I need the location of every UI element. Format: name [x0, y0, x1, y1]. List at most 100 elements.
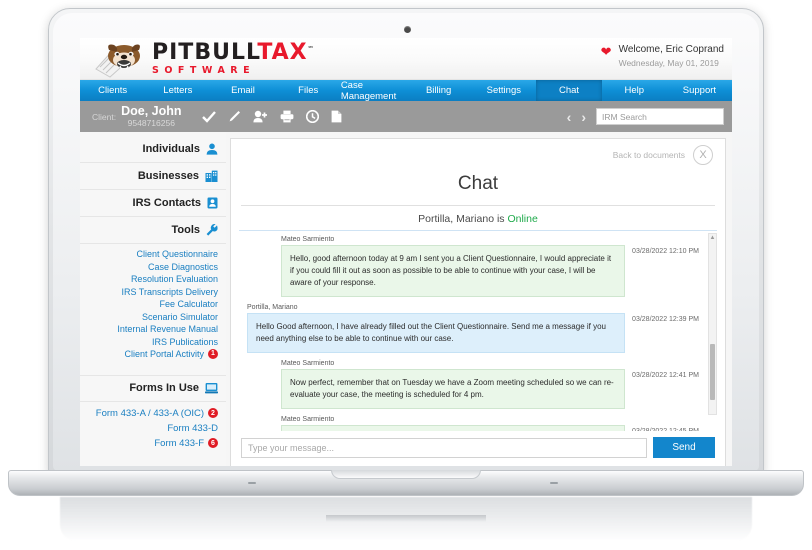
sidebar-item-label: IRS Contacts [132, 197, 201, 209]
laptop-base-foot [550, 482, 558, 484]
nav-item-letters[interactable]: Letters [145, 80, 210, 101]
nav-item-clients[interactable]: Clients [80, 80, 145, 101]
form-link-label: Form 433-D [167, 422, 218, 434]
application-screen: PITBULLTAX℠ SOFTWARE ❤ Welcome, Eric Cop… [80, 38, 732, 466]
message-timestamp: 03/28/2022 12:10 PM [632, 248, 699, 255]
nav-item-email[interactable]: Email [210, 80, 275, 101]
client-label: Client: [92, 111, 117, 122]
nav-item-billing[interactable]: Billing [406, 80, 471, 101]
message-bubble: Hello, good afternoon today at 9 am I se… [281, 245, 625, 297]
forms-icon [205, 382, 218, 394]
logo-wordmark: PITBULLTAX℠ SOFTWARE [152, 42, 315, 76]
app-body: Individuals Businesses IRS Contacts Tool… [80, 132, 732, 466]
next-client-button[interactable]: › [581, 110, 586, 124]
form-link-433-a[interactable]: Form 433-A / 433-A (OIC) 2 [80, 406, 218, 421]
pencil-icon[interactable] [228, 110, 241, 123]
wrench-icon [206, 224, 218, 236]
tool-link-label: IRS Publications [151, 336, 218, 347]
tool-link-label: Case Diagnostics [147, 261, 218, 272]
nav-item-settings[interactable]: Settings [471, 80, 536, 101]
logo-text-pitbull: PITBULL [152, 40, 258, 66]
message-row: Mateo Sarmiento Hello, good afternoon to… [239, 236, 717, 297]
brand-header: PITBULLTAX℠ SOFTWARE ❤ Welcome, Eric Cop… [80, 38, 732, 80]
message-bubble: I will be keeping you updated on the pro… [281, 425, 625, 431]
tool-link-client-portal-activity[interactable]: Client Portal Activity 1 [80, 348, 218, 361]
welcome-user-label: Welcome, Eric Coprand [618, 44, 724, 55]
clock-icon[interactable] [305, 110, 319, 123]
prev-client-button[interactable]: ‹ [567, 110, 572, 124]
message-sender: Mateo Sarmiento [281, 416, 335, 423]
tool-link-internal-revenue-manual[interactable]: Internal Revenue Manual [80, 323, 218, 336]
message-sender: Portilla, Mariano [247, 304, 298, 311]
sidebar-item-businesses[interactable]: Businesses [80, 163, 226, 190]
sidebar-item-label: Tools [171, 224, 200, 236]
tool-link-fee-calculator[interactable]: Fee Calculator [80, 298, 218, 311]
tool-link-label: Internal Revenue Manual [117, 324, 218, 334]
welcome-block: ❤ Welcome, Eric Coprand Wednesday, May 0… [601, 44, 724, 68]
message-timestamp: 03/28/2022 12:39 PM [632, 316, 699, 323]
person-icon [206, 143, 218, 155]
laptop-base-notch [331, 470, 481, 479]
client-name: Doe, John [121, 104, 182, 119]
sidebar-item-individuals[interactable]: Individuals [80, 136, 226, 163]
sidebar-item-irs-contacts[interactable]: IRS Contacts [80, 190, 226, 217]
current-date-label: Wednesday, May 01, 2019 [618, 58, 719, 68]
scroll-up-icon[interactable]: ▲ [709, 234, 716, 242]
tool-link-irs-transcripts-delivery[interactable]: IRS Transcripts Delivery [80, 286, 218, 299]
chat-status-prefix: Portilla, Mariano is [418, 213, 508, 225]
contact-card-icon [207, 197, 218, 209]
document-icon[interactable] [331, 110, 342, 123]
nav-item-case-management[interactable]: Case Management [341, 80, 406, 102]
chat-status-line: Portilla, Mariano is Online [231, 206, 725, 230]
tool-link-label: Resolution Evaluation [130, 274, 218, 284]
nav-item-chat[interactable]: Chat [536, 80, 602, 101]
tool-link-label: IRS Transcripts Delivery [121, 286, 218, 297]
logo-text-software: SOFTWARE [152, 65, 256, 77]
message-input[interactable] [241, 437, 647, 458]
irm-search-input[interactable] [596, 108, 724, 125]
message-sender: Mateo Sarmiento [281, 360, 335, 367]
laptop-mockup: PITBULLTAX℠ SOFTWARE ❤ Welcome, Eric Cop… [0, 0, 812, 550]
sidebar-item-label: Individuals [142, 143, 200, 155]
nav-item-support[interactable]: Support [667, 80, 732, 101]
message-row: Portilla, Mariano Hello Good afternoon, … [239, 304, 717, 353]
chat-header: Back to documents X [231, 139, 725, 177]
laptop-reflection-strip [326, 515, 486, 522]
close-icon[interactable]: X [693, 145, 713, 165]
message-row: Mateo Sarmiento Now perfect, remember th… [239, 360, 717, 409]
nav-item-help[interactable]: Help [602, 80, 667, 101]
tool-link-irs-publications[interactable]: IRS Publications [80, 336, 218, 349]
add-user-icon[interactable] [252, 110, 268, 123]
sidebar-item-tools[interactable]: Tools [80, 217, 226, 244]
tool-link-case-diagnostics[interactable]: Case Diagnostics [80, 261, 218, 274]
send-button[interactable]: Send [653, 437, 715, 458]
message-row: Mateo Sarmiento I will be keeping you up… [239, 416, 717, 431]
printer-icon[interactable] [280, 110, 294, 123]
app-logo[interactable]: PITBULLTAX℠ SOFTWARE [94, 39, 315, 79]
form-count-badge: 2 [208, 408, 218, 418]
tool-link-scenario-simulator[interactable]: Scenario Simulator [80, 311, 218, 324]
check-icon[interactable] [201, 110, 216, 123]
scrollbar-thumb[interactable] [710, 344, 715, 400]
tool-link-resolution-evaluation[interactable]: Resolution Evaluation [80, 273, 218, 286]
heart-icon: ❤ [600, 44, 612, 59]
laptop-base-foot [248, 482, 256, 484]
tool-link-label: Client Portal Activity [124, 349, 204, 359]
tools-link-list: Client Questionnaire Case Diagnostics Re… [80, 244, 226, 365]
client-id: 9548716256 [127, 117, 175, 128]
pitbull-logo-icon [95, 44, 140, 78]
form-link-label: Form 433-A / 433-A (OIC) [95, 407, 204, 419]
form-link-label: Form 433-F [154, 437, 204, 449]
nav-item-files[interactable]: Files [276, 80, 341, 101]
form-link-433-d[interactable]: Form 433-D [80, 421, 218, 436]
message-composer: Send [231, 431, 725, 466]
tool-link-label: Client Questionnaire [136, 249, 218, 259]
back-to-documents-link[interactable]: Back to documents [613, 150, 685, 160]
sidebar-item-forms-in-use[interactable]: Forms In Use [80, 374, 226, 402]
message-sender: Mateo Sarmiento [281, 236, 335, 243]
form-link-433-f[interactable]: Form 433-F 6 [80, 436, 218, 451]
message-scrollbar[interactable]: ▲ [708, 233, 717, 415]
tool-link-client-questionnaire[interactable]: Client Questionnaire [80, 248, 218, 261]
form-count-badge: 6 [208, 438, 218, 448]
message-list: Mateo Sarmiento Hello, good afternoon to… [239, 230, 717, 431]
